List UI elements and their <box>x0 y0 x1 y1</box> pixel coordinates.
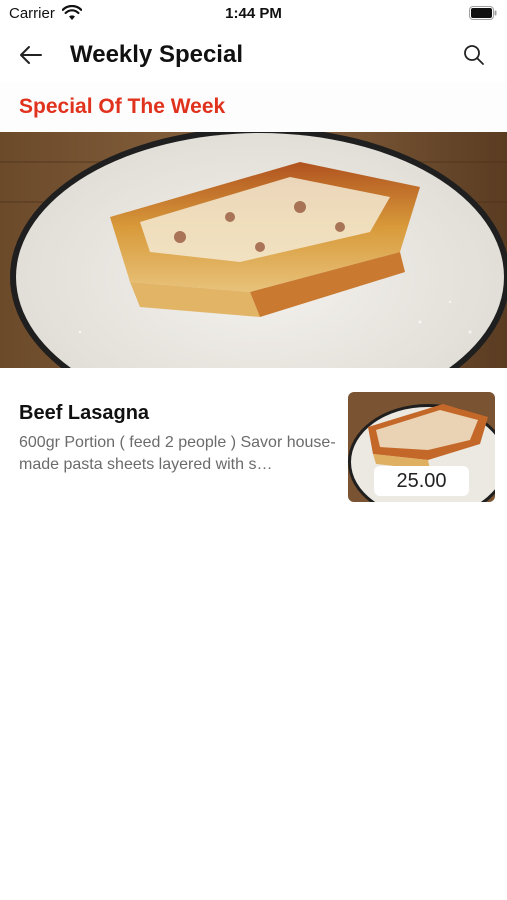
section-header: Special Of The Week <box>0 82 507 132</box>
price-badge: 25.00 <box>374 466 469 496</box>
section-title: Special Of The Week <box>19 95 226 118</box>
arrow-left-icon <box>20 46 42 64</box>
page-title: Weekly Special <box>70 41 243 68</box>
battery-icon <box>469 6 497 20</box>
product-description: 600gr Portion ( feed 2 people ) Savor ho… <box>19 434 336 473</box>
navigation-bar: Weekly Special <box>0 28 507 83</box>
hero-image <box>0 132 507 368</box>
search-icon <box>464 45 484 65</box>
list-item[interactable]: Beef Lasagna 600gr Portion ( feed 2 peop… <box>0 380 507 510</box>
clock: 1:44 PM <box>225 5 282 22</box>
lasagna-photo <box>0 132 507 368</box>
back-button[interactable] <box>14 40 48 70</box>
search-button[interactable] <box>459 40 489 70</box>
product-name: Beef Lasagna <box>19 402 150 424</box>
status-bar: Carrier 1:44 PM <box>0 0 507 28</box>
